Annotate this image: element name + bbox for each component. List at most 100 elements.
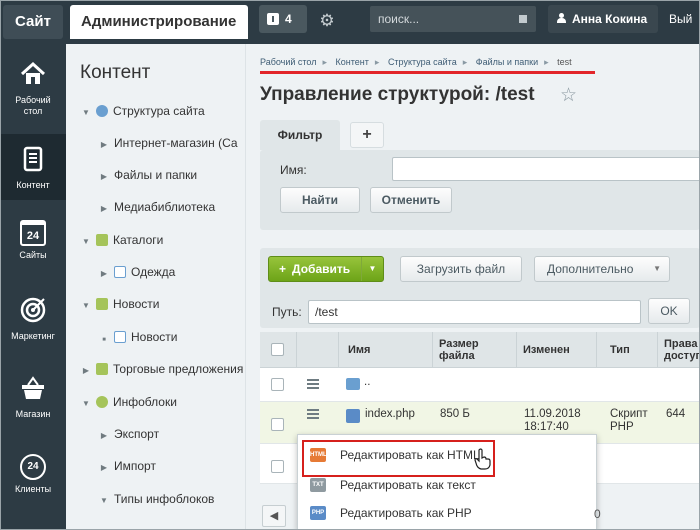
info-icon <box>267 13 279 25</box>
notifications-button[interactable]: 4 <box>259 5 307 33</box>
menu-item-edit-php[interactable]: PHP Редактировать как PHP <box>298 499 598 527</box>
expand-arrow-icon[interactable]: ▶ <box>80 360 92 382</box>
path-label: Путь: <box>272 305 302 319</box>
table-row[interactable]: .. <box>260 368 700 402</box>
nav-clients-label: Клиенты <box>14 484 52 494</box>
select-all-checkbox[interactable] <box>271 343 284 356</box>
ok-button[interactable]: OK <box>648 298 690 324</box>
expand-arrow-icon[interactable]: ▶ <box>98 134 110 156</box>
filter-name-input[interactable] <box>392 157 700 181</box>
expand-arrow-icon[interactable]: ▶ <box>98 425 110 447</box>
tree-item-import[interactable]: ▶ Импорт <box>98 455 156 477</box>
tree-item-site-structure[interactable]: ▼ Структура сайта <box>80 100 205 122</box>
nav-sites[interactable]: 24 Сайты <box>0 220 66 274</box>
home-icon <box>20 61 46 84</box>
row-name[interactable]: .. <box>364 376 370 388</box>
tree-item-trade-offers[interactable]: ▶ Торговые предложения <box>80 358 243 380</box>
search-input[interactable]: поиск... <box>370 6 536 32</box>
sitemap-icon <box>96 105 108 117</box>
tree-item-files-folders[interactable]: ▶ Файлы и папки <box>98 164 197 186</box>
collapse-arrow-icon[interactable]: ▼ <box>80 393 92 415</box>
top-bar: Сайт Администрирование 4 ⚙ поиск... Анна… <box>0 0 700 44</box>
tree-item-catalogs[interactable]: ▼ Каталоги <box>80 229 163 251</box>
expand-arrow-icon[interactable]: ▶ <box>98 198 110 220</box>
search-placeholder: поиск... <box>378 12 420 26</box>
row-name[interactable]: index.php <box>365 408 415 420</box>
offers-icon <box>96 363 108 375</box>
row-menu-icon[interactable] <box>307 379 319 389</box>
tree-title: Контент <box>80 62 151 83</box>
nav-shop[interactable]: Магазин <box>0 374 66 428</box>
nav-clients[interactable]: 24 Клиенты <box>0 454 66 508</box>
column-type[interactable]: Тип <box>597 332 658 368</box>
row-menu-icon[interactable] <box>307 409 319 419</box>
notification-count: 4 <box>285 12 292 26</box>
breadcrumb-item[interactable]: Контент <box>336 57 369 67</box>
tree-item-clothes[interactable]: ▶ Одежда <box>98 261 175 283</box>
more-button-label: Дополнительно <box>547 262 634 276</box>
pager-prev-button[interactable]: ◀ <box>262 505 286 527</box>
tree-label: Одежда <box>131 265 176 279</box>
nav-marketing[interactable]: Маркетинг <box>0 296 66 350</box>
row-size: 850 Б <box>440 408 470 420</box>
user-icon <box>557 13 566 23</box>
breadcrumb-separator-icon: ▸ <box>322 57 328 67</box>
tree-item-infoblocks[interactable]: ▼ Инфоблоки <box>80 391 177 413</box>
pager-page-fragment[interactable]: 0 <box>594 507 601 521</box>
breadcrumb-item[interactable]: Рабочий стол <box>260 57 317 67</box>
add-filter-tab-button[interactable]: + <box>350 122 384 148</box>
tree-item-internet-shop[interactable]: ▶ Интернет-магазин (Са <box>98 132 238 154</box>
grid-header: Имя Размер файла Изменен Тип Права на до… <box>260 332 700 368</box>
cancel-button[interactable]: Отменить <box>370 187 452 213</box>
tree-label: Интернет-магазин (Са <box>114 136 238 150</box>
expand-arrow-icon[interactable]: ▶ <box>98 457 110 479</box>
gear-icon[interactable]: ⚙ <box>316 10 338 32</box>
add-dropdown-icon[interactable]: ▼ <box>361 257 383 281</box>
expand-arrow-icon[interactable]: ▶ <box>98 263 110 285</box>
tree-item-news[interactable]: ▼ Новости <box>80 293 159 315</box>
infoblock-icon <box>96 396 108 408</box>
tree-item-infoblock-types[interactable]: ▼ Типы инфоблоков <box>98 488 214 510</box>
search-clear-icon[interactable] <box>519 15 527 23</box>
column-access[interactable]: Права на доступ <box>658 332 700 368</box>
tree-label: Медиабиблиотека <box>114 200 216 214</box>
nav-desktop-label1: Рабочий <box>15 95 51 105</box>
tree-label: Типы инфоблоков <box>114 492 215 506</box>
path-input[interactable]: /test <box>308 300 641 324</box>
column-size[interactable]: Размер файла <box>433 332 517 368</box>
collapse-arrow-icon[interactable]: ▼ <box>80 295 92 317</box>
row-checkbox[interactable] <box>271 418 284 431</box>
user-button[interactable]: Анна Кокина <box>548 5 658 33</box>
tree-label: Каталоги <box>113 233 164 247</box>
add-button[interactable]: + Добавить ▼ <box>268 256 384 282</box>
nav-desktop[interactable]: Рабочий стол <box>0 60 66 122</box>
collapse-arrow-icon[interactable]: ▼ <box>80 102 92 124</box>
column-name[interactable]: Имя <box>339 332 433 368</box>
breadcrumb-item[interactable]: Файлы и папки <box>476 57 538 67</box>
tree-item-news-sub[interactable]: ■ Новости <box>98 326 177 348</box>
row-checkbox[interactable] <box>271 460 284 473</box>
tree-item-export[interactable]: ▶ Экспорт <box>98 423 159 445</box>
collapse-arrow-icon[interactable]: ▼ <box>98 490 110 512</box>
upload-file-button[interactable]: Загрузить файл <box>400 256 522 282</box>
collapse-arrow-icon[interactable]: ▼ <box>80 231 92 253</box>
breadcrumb-item[interactable]: Структура сайта <box>388 57 457 67</box>
add-button-label: Добавить <box>292 262 351 276</box>
tab-filter[interactable]: Фильтр <box>260 120 340 150</box>
admin-tab[interactable]: Администрирование <box>70 5 248 39</box>
column-modified[interactable]: Изменен <box>517 332 597 368</box>
exit-link[interactable]: Вый <box>669 5 692 33</box>
breadcrumb-separator-icon: ▸ <box>374 57 380 67</box>
more-button[interactable]: Дополнительно ▼ <box>534 256 670 282</box>
tree-label: Структура сайта <box>113 104 205 118</box>
row-checkbox[interactable] <box>271 378 284 391</box>
plus-icon: + <box>279 262 287 276</box>
list-icon <box>114 331 126 343</box>
expand-arrow-icon[interactable]: ▶ <box>98 166 110 188</box>
row-access: 644 <box>666 408 686 420</box>
star-icon[interactable]: ☆ <box>560 84 577 107</box>
find-button[interactable]: Найти <box>280 187 360 213</box>
nav-content[interactable]: Контент <box>0 134 66 200</box>
tree-item-media-library[interactable]: ▶ Медиабиблиотека <box>98 196 215 218</box>
site-tab[interactable]: Сайт <box>3 5 63 39</box>
